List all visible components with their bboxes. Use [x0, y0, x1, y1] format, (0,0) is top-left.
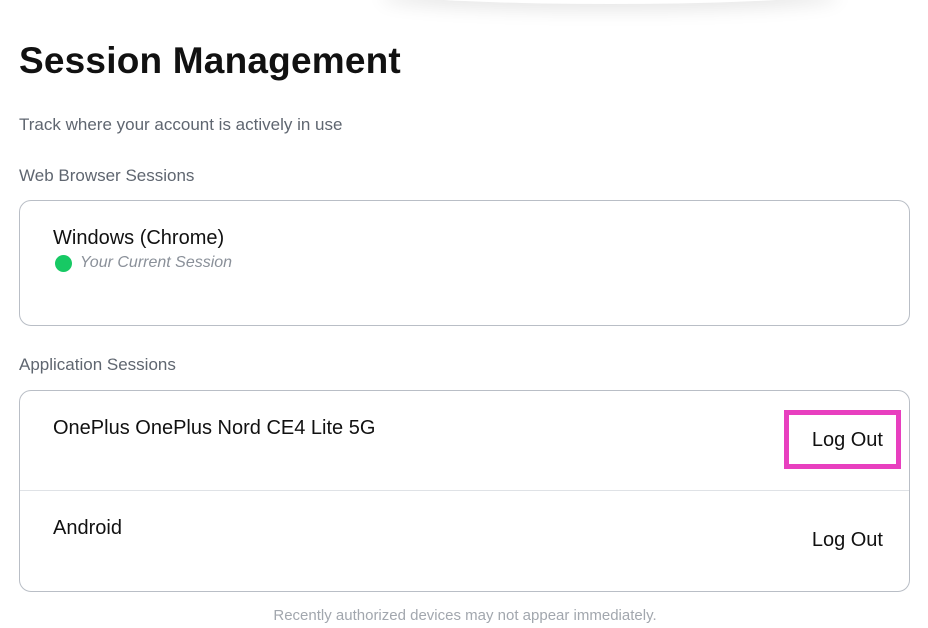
footer-note: Recently authorized devices may not appe… — [273, 607, 657, 624]
current-session-indicator: Your Current Session — [55, 254, 232, 272]
web-sessions-card: Windows (Chrome) Your Current Session — [19, 200, 910, 326]
app-sessions-card: OnePlus OnePlus Nord CE4 Lite 5G Log Out… — [19, 390, 910, 592]
app-session-row: Android Log Out — [20, 491, 909, 591]
page-title: Session Management — [19, 40, 401, 81]
current-session-text: Your Current Session — [80, 254, 233, 271]
app-session-device-name: Android — [53, 517, 122, 539]
session-management-page: Session Management Track where your acco… — [0, 0, 928, 628]
active-status-dot-icon — [55, 254, 72, 272]
log-out-button[interactable]: Log Out — [812, 529, 883, 552]
web-session-device-name: Windows (Chrome) — [53, 227, 225, 249]
app-sessions-label: Application Sessions — [19, 355, 176, 374]
top-overlay-shadow — [380, 0, 840, 4]
web-sessions-label: Web Browser Sessions — [19, 166, 195, 185]
app-session-device-name: OnePlus OnePlus Nord CE4 Lite 5G — [53, 417, 376, 439]
app-session-row: OnePlus OnePlus Nord CE4 Lite 5G Log Out — [20, 391, 909, 491]
log-out-button[interactable]: Log Out — [812, 429, 883, 452]
page-subtitle: Track where your account is actively in … — [19, 115, 343, 134]
